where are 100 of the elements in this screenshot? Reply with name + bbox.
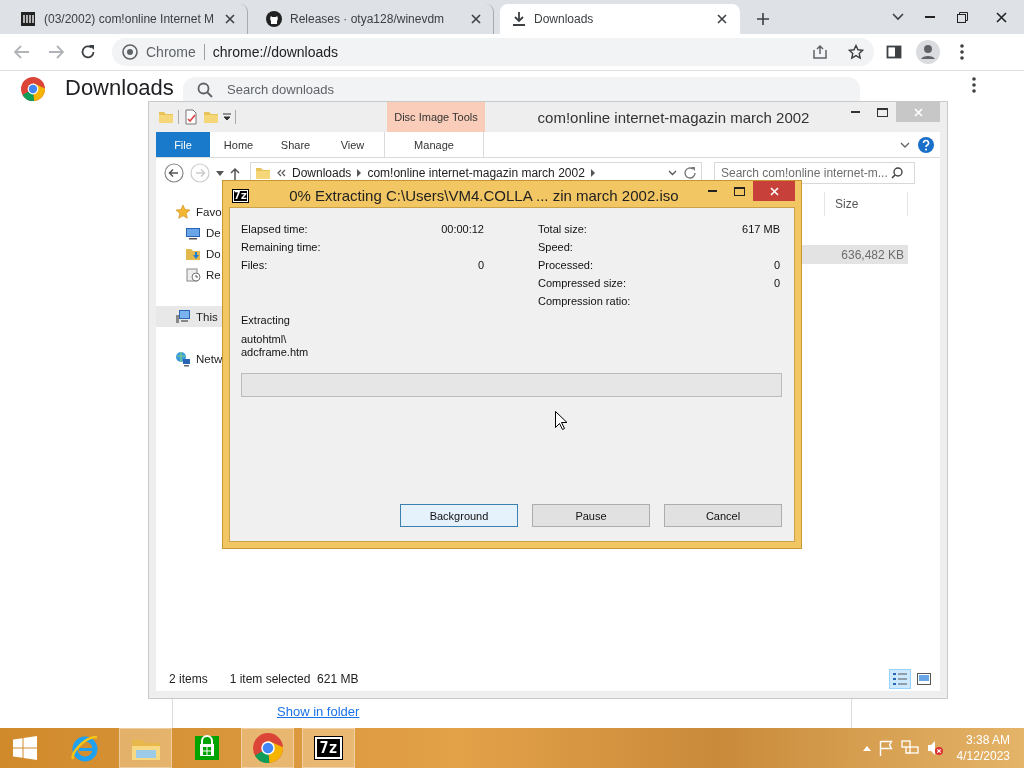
stat-label: Speed: (538, 241, 573, 253)
close-icon[interactable] (995, 11, 1007, 23)
caret-icon[interactable] (668, 170, 677, 176)
tab-title: Downloads (534, 12, 595, 26)
refresh-icon[interactable] (683, 166, 697, 180)
close-button[interactable] (753, 181, 795, 201)
browser-logo-icon (122, 44, 138, 60)
clock-date: 4/12/2023 (956, 748, 1010, 764)
selection-info: 1 item selected 621 MB (229, 672, 359, 686)
menu-icon[interactable] (972, 77, 976, 93)
taskbar-button[interactable]: 7z (302, 728, 355, 768)
restore-icon[interactable] (956, 11, 968, 23)
columns-icon (20, 11, 36, 27)
plus-icon[interactable] (756, 12, 770, 26)
caret-icon[interactable] (216, 170, 224, 176)
stat-label: Processed: (538, 259, 594, 271)
side-panel-icon[interactable] (886, 44, 902, 60)
file-menu-tab[interactable]: File (156, 132, 210, 157)
size-cell-text: 636,482 KB (841, 247, 905, 262)
stat-value: 00:00:12 (441, 223, 484, 235)
help-icon[interactable] (918, 136, 934, 153)
nav-item[interactable]: Netw (156, 348, 226, 369)
recent-places-icon (185, 266, 201, 283)
clock-time: 3:38 AM (965, 732, 1010, 748)
nav-label: Re (206, 268, 221, 281)
close-icon[interactable] (225, 14, 235, 24)
computer-icon (175, 308, 191, 325)
network-icon (175, 350, 191, 367)
caret-icon[interactable] (900, 141, 910, 148)
ribbon-tab[interactable]: Home (210, 132, 267, 157)
file-path: adcframe.htm (241, 346, 310, 359)
address-bar[interactable]: Chrome chrome://downloads (112, 38, 874, 66)
show-in-folder-link[interactable]: Show in folder (277, 704, 360, 719)
nav-label: This (196, 310, 218, 323)
details-view-button[interactable] (889, 669, 911, 689)
chevron-icon[interactable] (590, 169, 595, 177)
dialog-button[interactable]: Pause (532, 504, 650, 527)
maximize-icon[interactable] (877, 107, 888, 117)
stat-label: Total size: (538, 223, 587, 235)
search-field[interactable]: Search downloads (183, 77, 860, 102)
ribbon-tab[interactable]: View (324, 132, 381, 157)
browser-tab[interactable]: (03/2002) com!online Internet M (8, 4, 248, 34)
nav-item[interactable]: Re (156, 264, 226, 285)
document-icon[interactable] (183, 109, 199, 125)
dialog-button[interactable]: Background (400, 504, 518, 527)
taskbar-button[interactable] (241, 728, 294, 768)
search-icon (197, 82, 213, 98)
close-icon[interactable] (471, 14, 481, 24)
app-logo: 7z (315, 737, 342, 759)
close-icon (769, 186, 779, 196)
caret-icon[interactable] (892, 13, 904, 21)
stat-value: 0 (773, 277, 780, 289)
app-logo: 7z (232, 189, 250, 203)
breadcrumb-item[interactable]: Downloads (292, 166, 352, 180)
cursor-icon (555, 411, 567, 430)
caret-icon[interactable] (223, 113, 231, 121)
page-heading: Downloads (65, 77, 175, 99)
close-icon[interactable] (717, 14, 727, 24)
up-icon[interactable] (230, 166, 240, 180)
dialog-title: 0% Extracting C:\Users\VM4.COLLA ... zin march 2002.iso (289, 187, 679, 204)
details-view-icon (892, 671, 908, 687)
profile-icon[interactable] (916, 40, 940, 64)
breadcrumb-item[interactable]: com!online internet-magazin march 2002 (367, 166, 585, 180)
chevron-icon[interactable] (277, 169, 286, 177)
site-label: Chrome (146, 44, 205, 60)
stat-label: Compressed size: (538, 277, 627, 289)
muted-speaker-icon[interactable] (926, 740, 943, 756)
stat-label: Elapsed time: (241, 223, 308, 235)
nav-item[interactable]: Favo (156, 201, 226, 222)
download-icon (512, 11, 526, 27)
nav-label: De (206, 226, 221, 239)
stat-label: Compression ratio: (538, 295, 631, 307)
browser-logo-icon (252, 733, 283, 763)
stat-value: 617 MB (742, 223, 780, 235)
chevron-icon[interactable] (357, 169, 362, 177)
nav-item[interactable]: Do (156, 243, 226, 264)
stat-value: 0 (773, 259, 780, 271)
menu-icon[interactable] (960, 44, 964, 60)
maximize-icon[interactable] (734, 186, 745, 196)
close-icon (913, 107, 923, 117)
share-icon[interactable] (812, 44, 828, 60)
browser-logo-icon (21, 77, 45, 101)
nav-label: Do (206, 247, 221, 260)
nav-item[interactable]: De (156, 222, 226, 243)
nav-label: Netw (196, 352, 223, 365)
browser-icon (69, 733, 100, 763)
item-count: 2 items (169, 672, 208, 686)
search-field[interactable]: Search com!online internet-m... (714, 162, 915, 184)
ribbon-tab[interactable]: Share (267, 132, 324, 157)
reload-icon[interactable] (80, 44, 96, 60)
stat-value: 0 (477, 259, 484, 271)
status-label: Extracting (241, 313, 291, 328)
dialog-button[interactable]: Cancel (664, 504, 782, 527)
star-icon (175, 203, 191, 220)
star-icon[interactable] (848, 44, 864, 60)
browser-tab[interactable]: Downloads (500, 4, 740, 34)
browser-tab[interactable]: Releases · otya128/winevdm (254, 4, 494, 34)
windows-logo-icon[interactable] (13, 736, 37, 760)
column-header[interactable]: Size (824, 192, 908, 216)
back-icon[interactable] (164, 163, 184, 183)
